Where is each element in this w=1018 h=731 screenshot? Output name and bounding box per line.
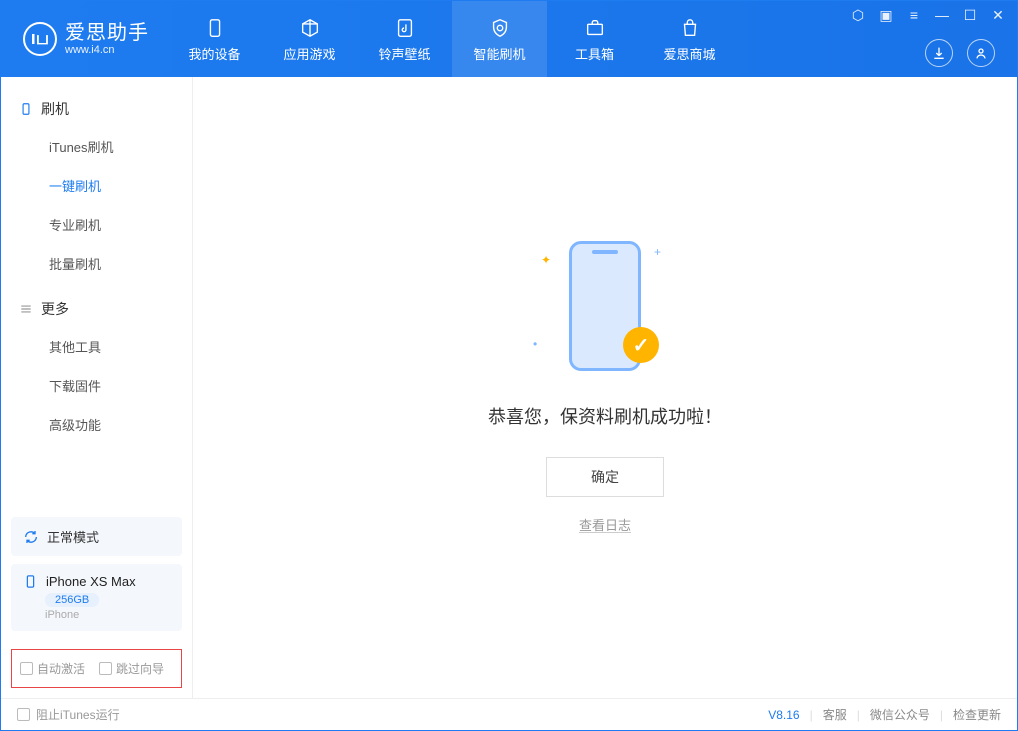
footer-option-label: 阻止iTunes运行 — [36, 706, 120, 723]
flash-options-highlight: 自动激活 跳过向导 — [11, 649, 182, 688]
separator: | — [940, 708, 943, 722]
logo-icon: ıப — [23, 22, 57, 56]
device-icon — [203, 16, 227, 40]
menu-lines-icon — [19, 302, 33, 316]
sidebar-item-other-tools[interactable]: 其他工具 — [1, 327, 192, 366]
sidebar-item-advanced[interactable]: 高级功能 — [1, 405, 192, 444]
success-message: 恭喜您，保资料刷机成功啦！ — [488, 403, 722, 429]
tab-label: 工具箱 — [575, 44, 614, 63]
close-button[interactable]: ✕ — [989, 7, 1007, 24]
sparkle-icon: + — [654, 245, 661, 259]
tab-label: 智能刷机 — [473, 44, 525, 63]
tab-apps-games[interactable]: 应用游戏 — [262, 1, 357, 77]
sidebar-item-download-firmware[interactable]: 下载固件 — [1, 366, 192, 405]
app-window: ⬡ ▣ ≡ ― ☐ ✕ ıப 爱思助手 www.i4.cn 我的设备 应用游戏 — [0, 0, 1018, 731]
device-storage-badge: 256GB — [45, 593, 99, 607]
sidebar: 刷机 iTunes刷机 一键刷机 专业刷机 批量刷机 更多 其他工具 下载固件 … — [1, 77, 193, 698]
app-name: 爱思助手 — [65, 22, 149, 44]
device-type: iPhone — [45, 609, 170, 621]
phone-icon — [23, 574, 38, 589]
menu-icon[interactable]: ≡ — [905, 7, 923, 24]
sparkle-icon: • — [533, 337, 537, 351]
maximize-button[interactable]: ☐ — [961, 7, 979, 24]
main-content: ✦ + • ✓ 恭喜您，保资料刷机成功啦！ 确定 查看日志 — [193, 77, 1017, 698]
tab-label: 应用游戏 — [283, 44, 335, 63]
app-domain: www.i4.cn — [65, 44, 149, 56]
tab-smart-flash[interactable]: 智能刷机 — [452, 1, 547, 77]
checkbox-icon — [20, 662, 33, 675]
bag-icon — [678, 16, 702, 40]
briefcase-icon — [583, 16, 607, 40]
sidebar-item-batch-flash[interactable]: 批量刷机 — [1, 244, 192, 283]
device-mode-card[interactable]: 正常模式 — [11, 517, 182, 556]
sync-icon — [23, 529, 39, 545]
option-label: 跳过向导 — [116, 660, 164, 677]
tab-ringtone-wallpaper[interactable]: 铃声壁纸 — [357, 1, 452, 77]
device-mode-label: 正常模式 — [47, 527, 99, 546]
check-badge-icon: ✓ — [623, 327, 659, 363]
sparkle-icon: ✦ — [541, 253, 551, 267]
sidebar-item-itunes-flash[interactable]: iTunes刷机 — [1, 127, 192, 166]
checkbox-block-itunes[interactable]: 阻止iTunes运行 — [17, 706, 120, 723]
view-log-link[interactable]: 查看日志 — [579, 515, 631, 534]
cube-icon — [298, 16, 322, 40]
body: 刷机 iTunes刷机 一键刷机 专业刷机 批量刷机 更多 其他工具 下载固件 … — [1, 77, 1017, 698]
option-label: 自动激活 — [37, 660, 85, 677]
success-illustration: ✦ + • ✓ — [545, 241, 665, 381]
footer-right: V8.16 | 客服 | 微信公众号 | 检查更新 — [768, 706, 1001, 723]
music-doc-icon — [393, 16, 417, 40]
phone-outline-icon — [19, 102, 33, 116]
tab-label: 铃声壁纸 — [378, 44, 430, 63]
download-button[interactable] — [925, 39, 953, 67]
group-label: 更多 — [41, 299, 69, 319]
settings-icon[interactable]: ⬡ — [849, 7, 867, 24]
pin-icon[interactable]: ▣ — [877, 7, 895, 24]
link-wechat[interactable]: 微信公众号 — [870, 706, 930, 723]
sidebar-group-flash: 刷机 — [1, 91, 192, 127]
sidebar-devices: 正常模式 iPhone XS Max 256GB iPhone — [1, 517, 192, 649]
sidebar-item-oneclick-flash[interactable]: 一键刷机 — [1, 166, 192, 205]
separator: | — [810, 708, 813, 722]
checkbox-auto-activate[interactable]: 自动激活 — [20, 660, 85, 677]
checkbox-skip-guide[interactable]: 跳过向导 — [99, 660, 164, 677]
user-button[interactable] — [967, 39, 995, 67]
logo: ıப 爱思助手 www.i4.cn — [1, 22, 167, 56]
link-support[interactable]: 客服 — [823, 706, 847, 723]
ok-button[interactable]: 确定 — [546, 457, 664, 497]
footer: 阻止iTunes运行 V8.16 | 客服 | 微信公众号 | 检查更新 — [1, 698, 1017, 730]
separator: | — [857, 708, 860, 722]
tab-store[interactable]: 爱思商城 — [642, 1, 737, 77]
checkbox-icon — [99, 662, 112, 675]
top-tabs: 我的设备 应用游戏 铃声壁纸 智能刷机 工具箱 爱思商城 — [167, 1, 737, 77]
header: ⬡ ▣ ≡ ― ☐ ✕ ıப 爱思助手 www.i4.cn 我的设备 应用游戏 — [1, 1, 1017, 77]
window-controls: ⬡ ▣ ≡ ― ☐ ✕ — [849, 7, 1007, 24]
device-info-card[interactable]: iPhone XS Max 256GB iPhone — [11, 564, 182, 631]
tab-label: 我的设备 — [188, 44, 240, 63]
header-actions — [925, 39, 995, 67]
sidebar-item-pro-flash[interactable]: 专业刷机 — [1, 205, 192, 244]
sidebar-group-more: 更多 — [1, 291, 192, 327]
shield-refresh-icon — [488, 16, 512, 40]
version-label: V8.16 — [768, 708, 799, 722]
tab-label: 爱思商城 — [663, 44, 715, 63]
tab-my-device[interactable]: 我的设备 — [167, 1, 262, 77]
minimize-button[interactable]: ― — [933, 7, 951, 24]
device-name: iPhone XS Max — [46, 574, 136, 589]
tab-toolbox[interactable]: 工具箱 — [547, 1, 642, 77]
group-label: 刷机 — [41, 99, 69, 119]
link-check-update[interactable]: 检查更新 — [953, 706, 1001, 723]
checkbox-icon — [17, 708, 30, 721]
